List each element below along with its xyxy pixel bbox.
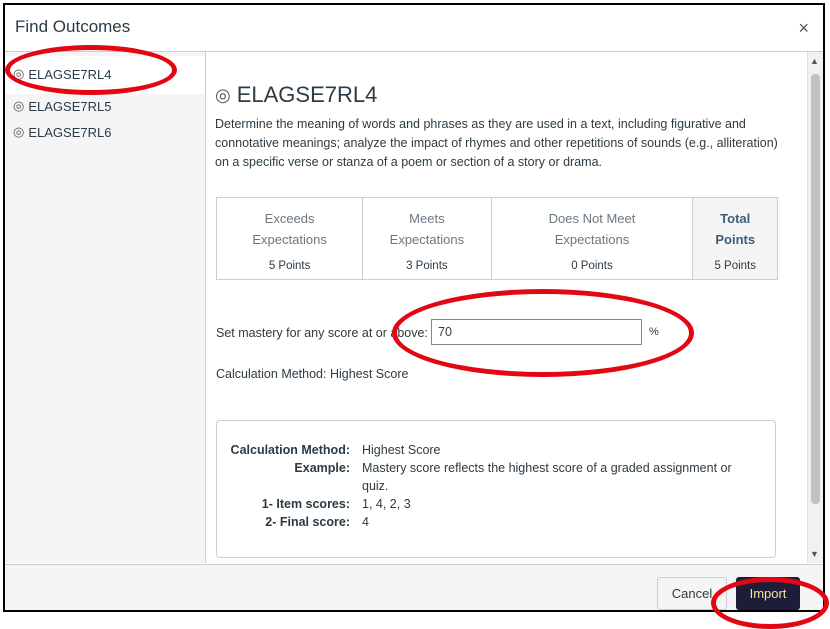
- outcome-detail-panel: ◎ ELAGSE7RL4 Determine the meaning of wo…: [206, 52, 804, 563]
- sidebar-item-label: ELAGSE7RL6: [28, 124, 112, 140]
- calculation-method-label: Calculation Method: Highest Score: [216, 367, 409, 381]
- scroll-down-icon[interactable]: ▼: [810, 549, 819, 559]
- rubric-column-does-not-meet: Does Not Meet Expectations 0 Points: [492, 198, 694, 279]
- vertical-scrollbar[interactable]: ▲ ▼: [807, 52, 823, 563]
- rubric-table: Exceeds Expectations 5 Points Meets Expect…: [216, 197, 778, 280]
- rubric-points: 0 Points: [571, 260, 613, 272]
- cancel-button[interactable]: Cancel: [657, 577, 727, 610]
- mastery-input[interactable]: [431, 319, 642, 345]
- calc-key: 1- Item scores:: [261, 497, 350, 511]
- sidebar-item-label: ELAGSE7RL4: [28, 66, 112, 82]
- rubric-column-exceeds: Exceeds Expectations 5 Points: [217, 198, 364, 279]
- rubric-points: 5 Points: [714, 260, 756, 272]
- outcome-title: ELAGSE7RL4: [236, 82, 378, 107]
- close-icon[interactable]: ×: [798, 18, 809, 39]
- rubric-header: Exceeds Expectations: [252, 211, 327, 247]
- rubric-column-total: Total Points 5 Points: [693, 198, 777, 279]
- calc-value: 1, 4, 2, 3: [362, 497, 411, 511]
- calc-value: Highest Score: [362, 443, 441, 457]
- calc-key: Example:: [294, 461, 350, 475]
- rubric-header: Total Points: [715, 211, 756, 247]
- calc-value: 4: [362, 515, 369, 529]
- outcome-description: Determine the meaning of words and phras…: [215, 117, 778, 169]
- sidebar-item-label: ELAGSE7RL5: [28, 98, 112, 114]
- import-button[interactable]: Import: [736, 577, 800, 610]
- outcome-icon: ◎: [13, 66, 25, 81]
- scroll-thumb[interactable]: [811, 74, 820, 504]
- find-outcomes-dialog: Find Outcomes × ◎ ELAGSE7RL4 ◎ ELAGSE7RL…: [3, 3, 825, 612]
- calc-value: Mastery score reflects the highest score…: [362, 461, 732, 493]
- outcome-icon: ◎: [215, 84, 231, 105]
- scroll-up-icon[interactable]: ▲: [810, 56, 819, 66]
- dialog-title: Find Outcomes: [15, 17, 131, 36]
- percent-unit: %: [649, 326, 659, 338]
- calc-key: 2- Final score:: [265, 515, 350, 529]
- sidebar-item-elagse7rl6[interactable]: ◎ ELAGSE7RL6: [13, 124, 111, 140]
- dialog-titlebar: Find Outcomes ×: [5, 5, 823, 52]
- outcome-icon: ◎: [13, 98, 25, 113]
- sidebar-item-elagse7rl5[interactable]: ◎ ELAGSE7RL5: [13, 98, 111, 114]
- dialog-footer: Cancel Import: [5, 564, 823, 610]
- rubric-points: 3 Points: [406, 260, 448, 272]
- sidebar-item-elagse7rl4[interactable]: ◎ ELAGSE7RL4: [13, 66, 111, 82]
- rubric-header: Does Not Meet Expectations: [548, 211, 636, 247]
- outcome-icon: ◎: [13, 124, 25, 139]
- outcomes-sidebar: ◎ ELAGSE7RL4 ◎ ELAGSE7RL5 ◎ ELAGSE7RL6: [5, 52, 206, 563]
- calc-key: Calculation Method:: [230, 443, 350, 457]
- rubric-points: 5 Points: [268, 260, 311, 272]
- rubric-column-meets: Meets Expectations 3 Points: [363, 198, 492, 279]
- calculation-details-box: Calculation Method: Highest Score Exampl…: [216, 420, 776, 558]
- outcome-heading: ◎ ELAGSE7RL4: [215, 82, 377, 108]
- mastery-label: Set mastery for any score at or above:: [216, 326, 428, 340]
- rubric-header: Meets Expectations: [389, 211, 465, 247]
